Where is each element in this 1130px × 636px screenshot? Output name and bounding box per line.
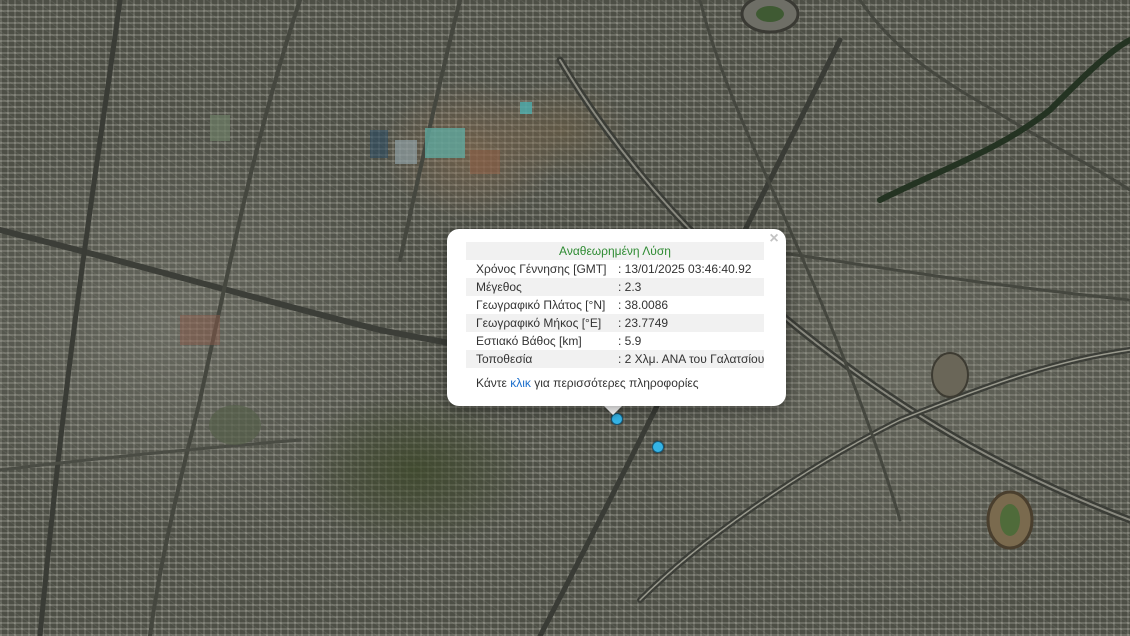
row-longitude: Γεωγραφικό Μήκος [°E] : 23.7749 [466, 314, 764, 332]
popup-title: Αναθεωρημένη Λύση [466, 242, 764, 260]
row-value: : 38.0086 [618, 298, 669, 312]
earthquake-info-popup: × Αναθεωρημένη Λύση Χρόνος Γέννησης [GMT… [447, 229, 786, 406]
row-value: : 23.7749 [618, 316, 669, 330]
more-info-link[interactable]: κλικ [510, 376, 531, 390]
row-depth: Εστιακό Βάθος [km] : 5.9 [466, 332, 764, 350]
more-info-suffix: για περισσότερες πληροφορίες [530, 376, 699, 390]
row-value: : 5.9 [618, 334, 642, 348]
row-label: Χρόνος Γέννησης [GMT] [476, 262, 607, 276]
row-label: Μέγεθος [476, 280, 522, 294]
row-label: Γεωγραφικό Πλάτος [°N] [476, 298, 606, 312]
more-info-prefix: Κάντε [476, 376, 511, 390]
row-value: : 2.3 [618, 280, 642, 294]
row-value: : 2 Χλμ. ΑΝΑ του Γαλατσίου [618, 352, 765, 366]
more-info-line: Κάντε κλικ για περισσότερες πληροφορίες [476, 374, 699, 392]
close-icon[interactable]: × [767, 231, 781, 247]
row-label: Τοποθεσία [476, 352, 533, 366]
row-origin-time: Χρόνος Γέννησης [GMT] : 13/01/2025 03:46… [466, 260, 764, 278]
row-location: Τοποθεσία : 2 Χλμ. ΑΝΑ του Γαλατσίου [466, 350, 764, 368]
row-label: Εστιακό Βάθος [km] [476, 334, 582, 348]
epicenter-marker-secondary[interactable] [652, 441, 664, 453]
row-label: Γεωγραφικό Μήκος [°E] [476, 316, 602, 330]
row-magnitude: Μέγεθος : 2.3 [466, 278, 764, 296]
popup-tip [603, 405, 623, 415]
row-value: : 13/01/2025 03:46:40.92 [618, 262, 752, 276]
row-latitude: Γεωγραφικό Πλάτος [°N] : 38.0086 [466, 296, 764, 314]
